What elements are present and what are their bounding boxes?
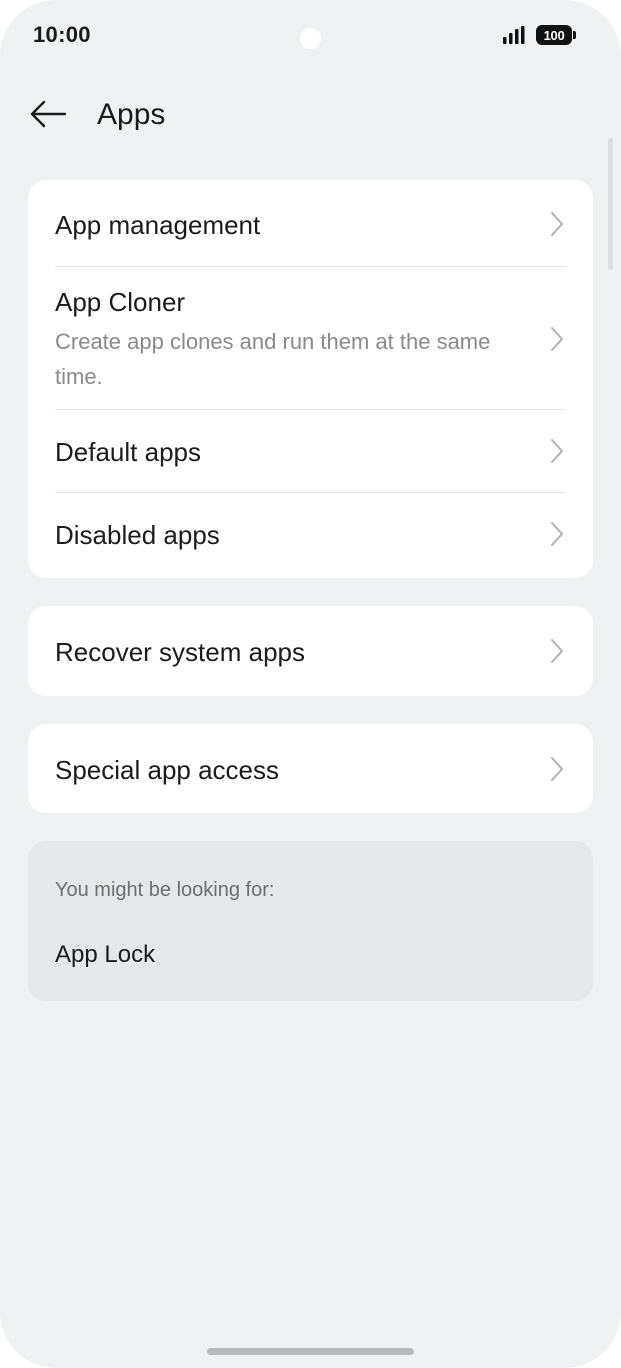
row-app-cloner[interactable]: App Cloner Create app clones and run the… <box>28 267 593 410</box>
arrow-left-icon <box>30 100 67 128</box>
chevron-right-icon <box>551 639 563 663</box>
chevron-right-icon <box>551 212 563 236</box>
row-disabled-apps[interactable]: Disabled apps <box>28 493 593 578</box>
row-title: Special app access <box>55 755 280 785</box>
signal-bars-icon <box>503 26 525 44</box>
row-title: App Cloner <box>55 287 186 317</box>
settings-group-special: Special app access <box>28 724 593 813</box>
row-title: Default apps <box>55 437 201 467</box>
settings-group-recover: Recover system apps <box>28 606 593 696</box>
camera-cutout <box>300 28 321 49</box>
battery-tip <box>573 31 576 39</box>
row-special-app-access[interactable]: Special app access <box>28 724 593 813</box>
chevron-right-icon <box>551 439 563 463</box>
page-title: Apps <box>97 98 166 131</box>
battery-level: 100 <box>536 25 572 45</box>
suggestion-app-lock[interactable]: App Lock <box>55 941 155 969</box>
chevron-right-icon <box>551 327 563 351</box>
settings-group-apps: App management App Cloner Create app clo… <box>28 180 593 578</box>
status-time: 10:00 <box>33 22 91 47</box>
suggestions-card: You might be looking for: App Lock <box>28 841 593 1001</box>
chevron-right-icon <box>551 757 563 781</box>
row-subtitle: Create app clones and run them at the sa… <box>55 329 491 389</box>
scrollbar[interactable] <box>608 138 613 270</box>
back-button[interactable] <box>24 92 72 136</box>
home-indicator[interactable] <box>207 1348 414 1355</box>
row-title: Disabled apps <box>55 520 220 550</box>
suggestions-label: You might be looking for: <box>55 879 275 901</box>
row-app-management[interactable]: App management <box>28 180 593 267</box>
row-title: Recover system apps <box>55 637 305 667</box>
chevron-right-icon <box>551 522 563 546</box>
header: Apps <box>0 80 621 150</box>
battery-icon: 100 <box>536 25 576 45</box>
row-default-apps[interactable]: Default apps <box>28 410 593 493</box>
row-title: App management <box>55 210 261 240</box>
row-recover-system-apps[interactable]: Recover system apps <box>28 606 593 696</box>
status-bar: 10:00 100 <box>0 0 621 70</box>
phone-screen: 10:00 100 Apps App management App Cloner… <box>0 0 621 1368</box>
